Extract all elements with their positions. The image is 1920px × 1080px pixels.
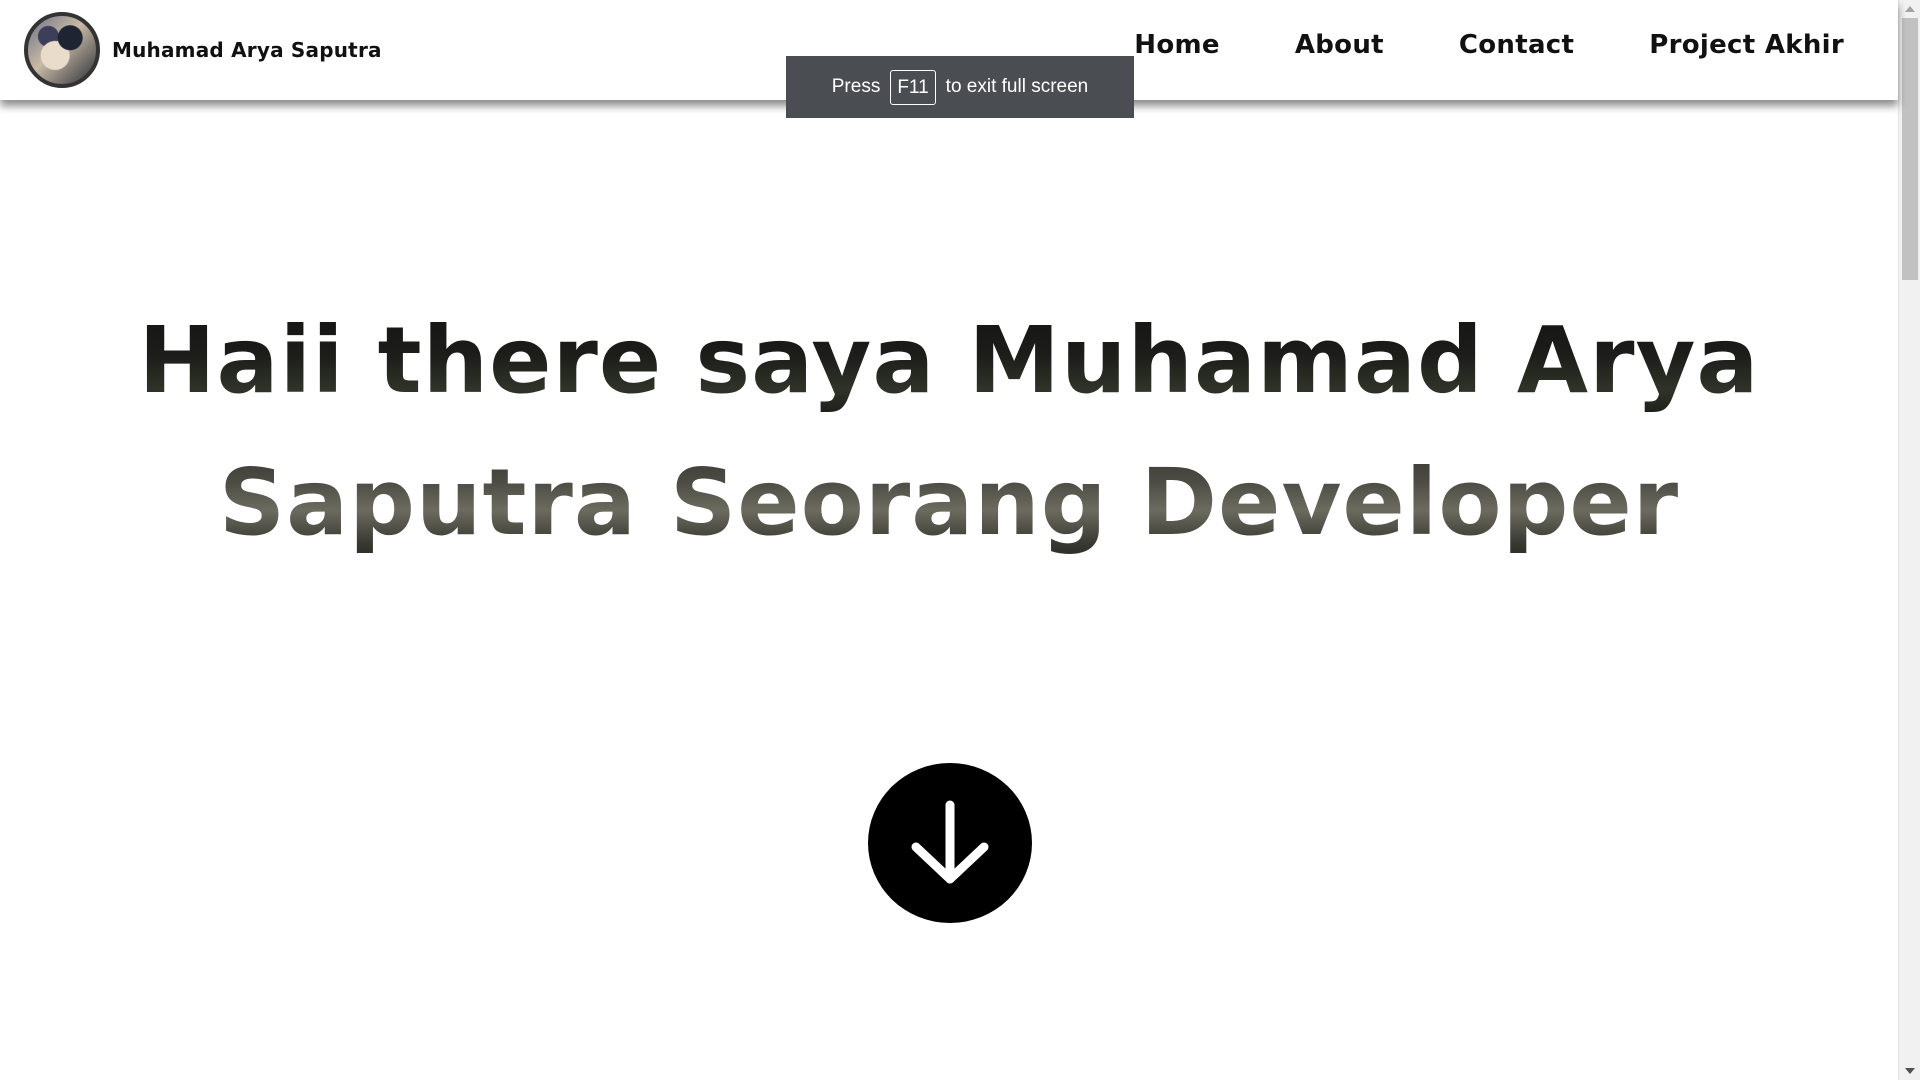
arrow-down-icon xyxy=(911,800,989,884)
scroll-down-arrow-icon[interactable] xyxy=(1905,1068,1915,1074)
page: Muhamad Arya Saputra Home About Contact … xyxy=(0,0,1920,1080)
nav-link-home[interactable]: Home xyxy=(1134,30,1220,60)
hero-line-2: Saputra Seorang Developer xyxy=(0,432,1898,574)
scroll-up-arrow-icon[interactable] xyxy=(1905,6,1915,12)
avatar xyxy=(24,12,100,88)
nav-link-project-akhir[interactable]: Project Akhir xyxy=(1649,30,1844,60)
brand[interactable]: Muhamad Arya Saputra xyxy=(24,12,382,88)
nav-link-about[interactable]: About xyxy=(1295,30,1384,60)
toast-prefix: Press xyxy=(831,76,881,97)
scroll-down-button[interactable] xyxy=(868,763,1032,923)
scrollbar-thumb[interactable] xyxy=(1902,18,1918,280)
hero-heading: Haii there saya Muhamad Arya Saputra Seo… xyxy=(0,290,1898,574)
brand-name: Muhamad Arya Saputra xyxy=(112,38,382,62)
nav-link-contact[interactable]: Contact xyxy=(1459,30,1574,60)
toast-suffix: to exit full screen xyxy=(945,76,1089,97)
fullscreen-exit-toast: Press F11 to exit full screen xyxy=(786,56,1134,118)
vertical-scrollbar[interactable] xyxy=(1898,0,1920,1080)
nav-menu: Home About Contact Project Akhir xyxy=(1059,30,1844,60)
toast-key: F11 xyxy=(890,69,936,105)
hero-line-1: Haii there saya Muhamad Arya xyxy=(0,290,1898,432)
